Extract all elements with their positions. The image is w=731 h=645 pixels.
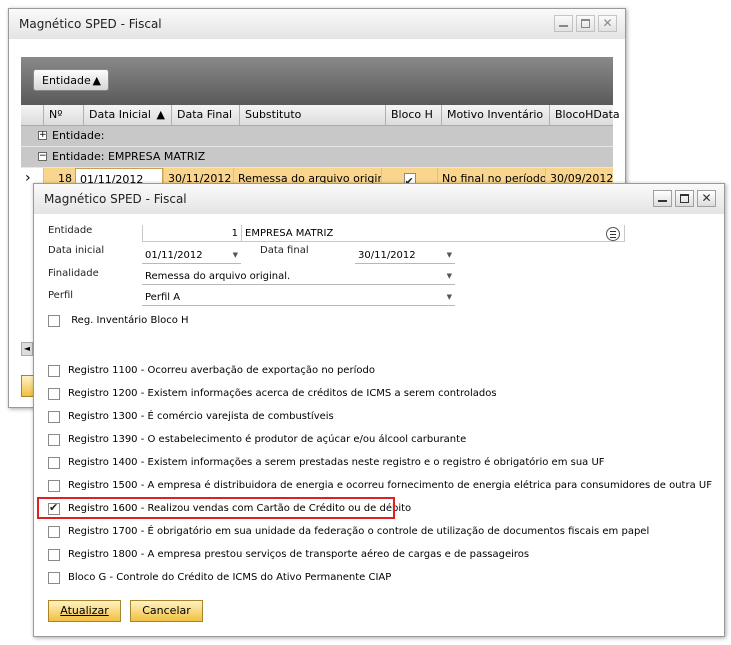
registro-1700-label: Registro 1700 - É obrigatório em sua uni…: [68, 526, 650, 537]
registro-1390-label: Registro 1390 - O estabelecimento é prod…: [68, 434, 467, 445]
maximize-icon: [581, 19, 590, 28]
column-header-data-final[interactable]: Data Final: [171, 105, 239, 125]
bloco-g-option[interactable]: Bloco G - Controle do Crédito de ICMS do…: [48, 571, 391, 585]
maximize-icon: [680, 194, 689, 203]
finalidade-select[interactable]: Remessa do arquivo original. ▼: [142, 268, 455, 285]
back-window-title: Magnético SPED - Fiscal: [19, 17, 162, 31]
registro-1200-checkbox[interactable]: [48, 388, 60, 400]
column-header-bloco-h[interactable]: Bloco H: [385, 105, 441, 125]
registro-1390-checkbox[interactable]: [48, 434, 60, 446]
expand-icon[interactable]: +: [38, 131, 47, 140]
finalidade-value: Remessa do arquivo original.: [145, 271, 291, 282]
registro-1390-option[interactable]: Registro 1390 - O estabelecimento é prod…: [48, 433, 466, 447]
group-row-entidade-empty[interactable]: + Entidade:: [21, 126, 613, 147]
entidade-code-field[interactable]: 1: [142, 225, 242, 242]
group-row-label: Entidade:: [52, 129, 105, 142]
chevron-down-icon[interactable]: ▼: [233, 247, 238, 264]
dialog-titlebar[interactable]: Magnético SPED - Fiscal ✕: [34, 184, 724, 214]
close-button[interactable]: ✕: [598, 15, 617, 32]
back-window-titlebar[interactable]: Magnético SPED - Fiscal ✕: [9, 9, 625, 39]
data-inicial-value: 01/11/2012: [145, 250, 203, 261]
registro-1300-option[interactable]: Registro 1300 - É comércio varejista de …: [48, 410, 334, 424]
registro-1100-label: Registro 1100 - Ocorreu averbação de exp…: [68, 365, 375, 376]
chevron-down-icon[interactable]: ▼: [447, 268, 452, 285]
dialog-title: Magnético SPED - Fiscal: [44, 192, 187, 206]
chevron-down-icon[interactable]: ▼: [447, 247, 452, 264]
column-header-substituto[interactable]: Substituto: [239, 105, 385, 125]
reg-inventario-checkbox[interactable]: [48, 315, 60, 327]
registro-1100-checkbox[interactable]: [48, 365, 60, 377]
registro-1200-option[interactable]: Registro 1200 - Existem informações acer…: [48, 387, 497, 401]
registro-1500-checkbox[interactable]: [48, 480, 60, 492]
reg-inventario-option[interactable]: Reg. Inventário Bloco H: [48, 314, 189, 328]
registro-1300-label: Registro 1300 - É comércio varejista de …: [68, 411, 334, 422]
collapse-icon[interactable]: −: [38, 152, 47, 161]
registro-1800-checkbox[interactable]: [48, 549, 60, 561]
perfil-select[interactable]: Perfil A ▼: [142, 289, 455, 306]
close-icon: ✕: [602, 16, 613, 30]
registro-1200-label: Registro 1200 - Existem informações acer…: [68, 388, 497, 399]
column-header-data-inicial[interactable]: Data Inicial ▲: [83, 105, 171, 125]
highlight-box: [37, 497, 395, 519]
registro-1400-option[interactable]: Registro 1400 - Existem informações a se…: [48, 456, 605, 470]
sort-up-icon: ▲: [92, 74, 101, 87]
group-by-area: Entidade ▲: [21, 57, 613, 105]
sort-up-icon: ▲: [156, 108, 165, 121]
sped-dialog: Magnético SPED - Fiscal ✕ Entidade 1 EMP…: [33, 183, 725, 637]
data-inicial-label: Data inicial: [48, 245, 105, 256]
close-icon: ✕: [701, 191, 712, 205]
registro-1400-checkbox[interactable]: [48, 457, 60, 469]
column-header-bloco-h-data[interactable]: BlocoHData: [549, 105, 620, 125]
entidade-label: Entidade: [48, 225, 93, 236]
registro-1700-checkbox[interactable]: [48, 526, 60, 538]
registro-1800-option[interactable]: Registro 1800 - A empresa prestou serviç…: [48, 548, 529, 562]
update-button[interactable]: Atualizar: [48, 600, 121, 622]
maximize-button[interactable]: [576, 15, 595, 32]
column-header-motivo[interactable]: Motivo Inventário: [441, 105, 549, 125]
entidade-name-field[interactable]: EMPRESA MATRIZ: [242, 225, 625, 242]
cancel-button-label: Cancelar: [142, 604, 191, 617]
reg-inventario-label: Reg. Inventário Bloco H: [71, 315, 189, 326]
maximize-button[interactable]: [675, 190, 694, 207]
registro-1700-option[interactable]: Registro 1700 - É obrigatório em sua uni…: [48, 525, 649, 539]
group-chip-label: Entidade: [42, 74, 91, 87]
minimize-icon: [658, 200, 667, 202]
perfil-label: Perfil: [48, 290, 74, 301]
group-chip-entidade[interactable]: Entidade ▲: [33, 69, 109, 91]
registro-1800-label: Registro 1800 - A empresa prestou serviç…: [68, 549, 530, 560]
registro-1300-checkbox[interactable]: [48, 411, 60, 423]
cancel-button[interactable]: Cancelar: [130, 600, 203, 622]
scroll-left-arrow[interactable]: ◄: [21, 342, 33, 356]
finalidade-label: Finalidade: [48, 268, 99, 279]
bloco-g-label: Bloco G - Controle do Crédito de ICMS do…: [68, 572, 392, 583]
column-header-num[interactable]: Nº: [43, 105, 83, 125]
registro-1500-option[interactable]: Registro 1500 - A empresa é distribuidor…: [48, 479, 712, 493]
data-final-label: Data final: [260, 245, 309, 256]
registro-1400-label: Registro 1400 - Existem informações a se…: [68, 457, 605, 468]
chevron-down-icon[interactable]: ▼: [447, 289, 452, 306]
minimize-icon: [559, 25, 568, 27]
close-button[interactable]: ✕: [697, 190, 716, 207]
registro-1500-label: Registro 1500 - A empresa é distribuidor…: [68, 480, 712, 491]
bloco-g-checkbox[interactable]: [48, 572, 60, 584]
column-header-label: Data Inicial: [89, 108, 151, 121]
column-header-row: Nº Data Inicial ▲ Data Final Substituto …: [21, 105, 620, 126]
list-icon[interactable]: [606, 227, 620, 241]
minimize-button[interactable]: [554, 15, 573, 32]
data-final-value: 30/11/2012: [358, 250, 416, 261]
group-row-label: Entidade: EMPRESA MATRIZ: [52, 150, 206, 163]
data-inicial-field[interactable]: 01/11/2012 ▼: [142, 247, 241, 264]
registro-1100-option[interactable]: Registro 1100 - Ocorreu averbação de exp…: [48, 364, 375, 378]
group-row-entidade-matriz[interactable]: − Entidade: EMPRESA MATRIZ: [21, 147, 613, 168]
data-final-field[interactable]: 30/11/2012 ▼: [355, 247, 455, 264]
update-button-label: Atualizar: [60, 604, 109, 617]
perfil-value: Perfil A: [145, 292, 181, 303]
minimize-button[interactable]: [653, 190, 672, 207]
